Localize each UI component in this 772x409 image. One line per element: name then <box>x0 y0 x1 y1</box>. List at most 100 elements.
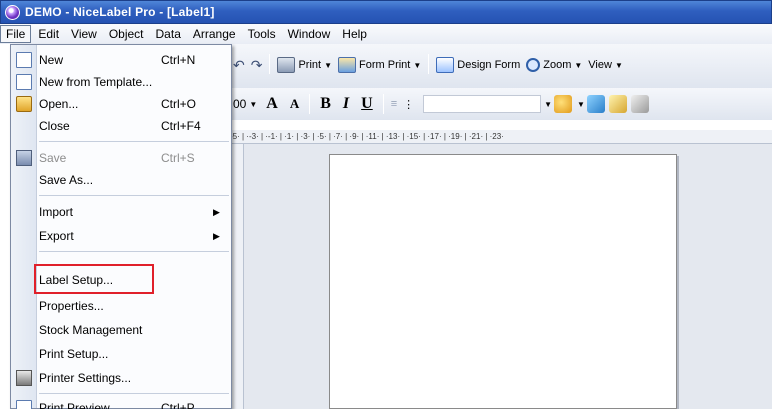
menu-item-export[interactable]: Export ▶ <box>11 225 231 247</box>
print-setup-label: Print Setup... <box>39 347 109 361</box>
font-size-value: 00 <box>233 97 247 111</box>
menu-bar: File Edit View Object Data Arrange Tools… <box>0 24 772 44</box>
printer-settings-label: Printer Settings... <box>39 371 132 385</box>
open-folder-icon <box>16 96 32 112</box>
view-button[interactable]: View ▼ <box>585 54 626 76</box>
menu-tools[interactable]: Tools <box>243 25 281 43</box>
printer-settings-icon <box>16 370 32 386</box>
menu-help[interactable]: Help <box>337 25 372 43</box>
standard-toolbar: ↶ ↷ Print ▼ Form Print ▼ Design Form Zoo… <box>230 44 772 88</box>
print-button[interactable]: Print ▼ <box>274 54 335 76</box>
printer-icon <box>277 57 296 73</box>
close-label: Close <box>39 119 70 133</box>
menu-separator <box>39 141 229 142</box>
menu-view[interactable]: View <box>66 25 102 43</box>
menu-item-open[interactable]: Open... Ctrl+O <box>11 93 231 115</box>
new-shortcut: Ctrl+N <box>161 53 196 67</box>
form-print-icon <box>338 57 357 73</box>
menu-separator <box>39 195 229 196</box>
title-bar: DEMO - NiceLabel Pro - [Label1] <box>0 0 772 24</box>
menu-window[interactable]: Window <box>283 25 336 43</box>
design-form-button[interactable]: Design Form <box>433 54 523 76</box>
submenu-arrow-icon: ▶ <box>213 206 220 217</box>
app-icon <box>5 4 20 20</box>
submenu-arrow-icon: ▶ <box>213 230 220 241</box>
chevron-down-icon: ▼ <box>413 60 422 70</box>
vertical-ruler <box>230 144 244 409</box>
shrink-font-button[interactable]: A <box>284 93 305 115</box>
form-print-label: Form Print <box>359 59 411 71</box>
database-icon[interactable] <box>586 95 605 113</box>
menu-item-close[interactable]: Close Ctrl+F4 <box>11 115 231 137</box>
zoom-label: Zoom <box>543 59 572 71</box>
menu-item-properties[interactable]: Properties... <box>11 295 231 317</box>
properties-label: Properties... <box>39 299 104 313</box>
open-label: Open... <box>39 97 79 111</box>
formatting-toolbar: 00 ▼ A A B I U ≡ ⋮ ▼ ▼ <box>230 88 772 120</box>
menu-arrange[interactable]: Arrange <box>188 25 241 43</box>
form-print-button[interactable]: Form Print ▼ <box>335 54 424 76</box>
print-preview-shortcut: Ctrl+P <box>161 401 195 409</box>
menu-item-stock-management[interactable]: Stock Management <box>11 319 231 341</box>
new-label: New <box>39 53 64 67</box>
ruler-ticks: -5· | ·-3· | ·-1· | ·1· | ·3· | ·5· | ·7… <box>230 132 504 141</box>
save-disk-icon <box>16 150 32 166</box>
chevron-down-icon[interactable]: ▼ <box>577 100 585 109</box>
grow-font-button[interactable]: A <box>260 93 284 115</box>
chevron-down-icon: ▼ <box>574 60 583 70</box>
menu-item-print-preview[interactable]: Print Preview... Ctrl+P <box>11 397 231 409</box>
menu-item-printer-settings[interactable]: Printer Settings... <box>11 367 231 389</box>
align-icon[interactable]: ≡ <box>388 93 400 115</box>
menu-item-import[interactable]: Import ▶ <box>11 201 231 223</box>
bold-button[interactable]: B <box>314 93 337 115</box>
redo-button[interactable]: ↷ <box>248 54 266 76</box>
new-from-template-label: New from Template... <box>39 75 153 89</box>
function-icon[interactable] <box>630 95 649 113</box>
import-label: Import <box>39 205 74 219</box>
new-document-icon <box>16 52 32 68</box>
toolbar-grip-icon: ⋮ <box>403 98 415 111</box>
variable-icon[interactable] <box>608 95 627 113</box>
wizard-icon[interactable] <box>554 95 573 113</box>
menu-separator <box>39 251 229 252</box>
zoom-icon <box>526 58 541 72</box>
menu-item-print-setup[interactable]: Print Setup... <box>11 343 231 365</box>
chevron-down-icon: ▼ <box>614 60 623 70</box>
font-name-combo[interactable] <box>423 95 542 113</box>
label-canvas[interactable] <box>329 154 677 409</box>
print-preview-label: Print Preview... <box>39 401 120 409</box>
print-label: Print <box>298 59 322 71</box>
file-menu-dropdown: New Ctrl+N New from Template... Open... … <box>10 44 232 409</box>
design-form-label: Design Form <box>457 59 521 71</box>
underline-button[interactable]: U <box>355 93 379 115</box>
font-size-combo[interactable]: 00 ▼ <box>230 93 260 115</box>
menu-file[interactable]: File <box>0 25 32 43</box>
chevron-down-icon: ▼ <box>249 99 258 109</box>
menu-item-new-from-template[interactable]: New from Template... <box>11 71 231 93</box>
toolbar-separator <box>269 54 271 74</box>
label-setup-highlight <box>34 264 154 294</box>
horizontal-ruler: -5· | ·-3· | ·-1· | ·1· | ·3· | ·5· | ·7… <box>230 130 772 144</box>
menu-object[interactable]: Object <box>104 25 149 43</box>
undo-button[interactable]: ↶ <box>230 54 248 76</box>
toolbar-separator <box>428 54 430 74</box>
toolbar-separator <box>382 94 384 114</box>
menu-data[interactable]: Data <box>151 25 186 43</box>
export-label: Export <box>39 229 74 243</box>
chevron-down-icon[interactable]: ▼ <box>544 100 552 109</box>
template-icon <box>16 74 32 90</box>
save-as-label: Save As... <box>39 173 94 187</box>
menu-item-save-as[interactable]: Save As... <box>11 169 231 191</box>
stock-management-label: Stock Management <box>39 323 143 337</box>
menu-edit[interactable]: Edit <box>33 25 64 43</box>
close-shortcut: Ctrl+F4 <box>161 119 201 133</box>
italic-button[interactable]: I <box>337 93 355 115</box>
redo-arrow-icon: ↷ <box>250 56 263 73</box>
menu-item-save[interactable]: Save Ctrl+S <box>11 147 231 169</box>
design-workspace <box>230 144 772 409</box>
menu-item-new[interactable]: New Ctrl+N <box>11 49 231 71</box>
zoom-button[interactable]: Zoom ▼ <box>523 54 585 76</box>
window-title: DEMO - NiceLabel Pro - [Label1] <box>25 5 215 19</box>
chevron-down-icon: ▼ <box>324 60 333 70</box>
open-shortcut: Ctrl+O <box>161 97 197 111</box>
